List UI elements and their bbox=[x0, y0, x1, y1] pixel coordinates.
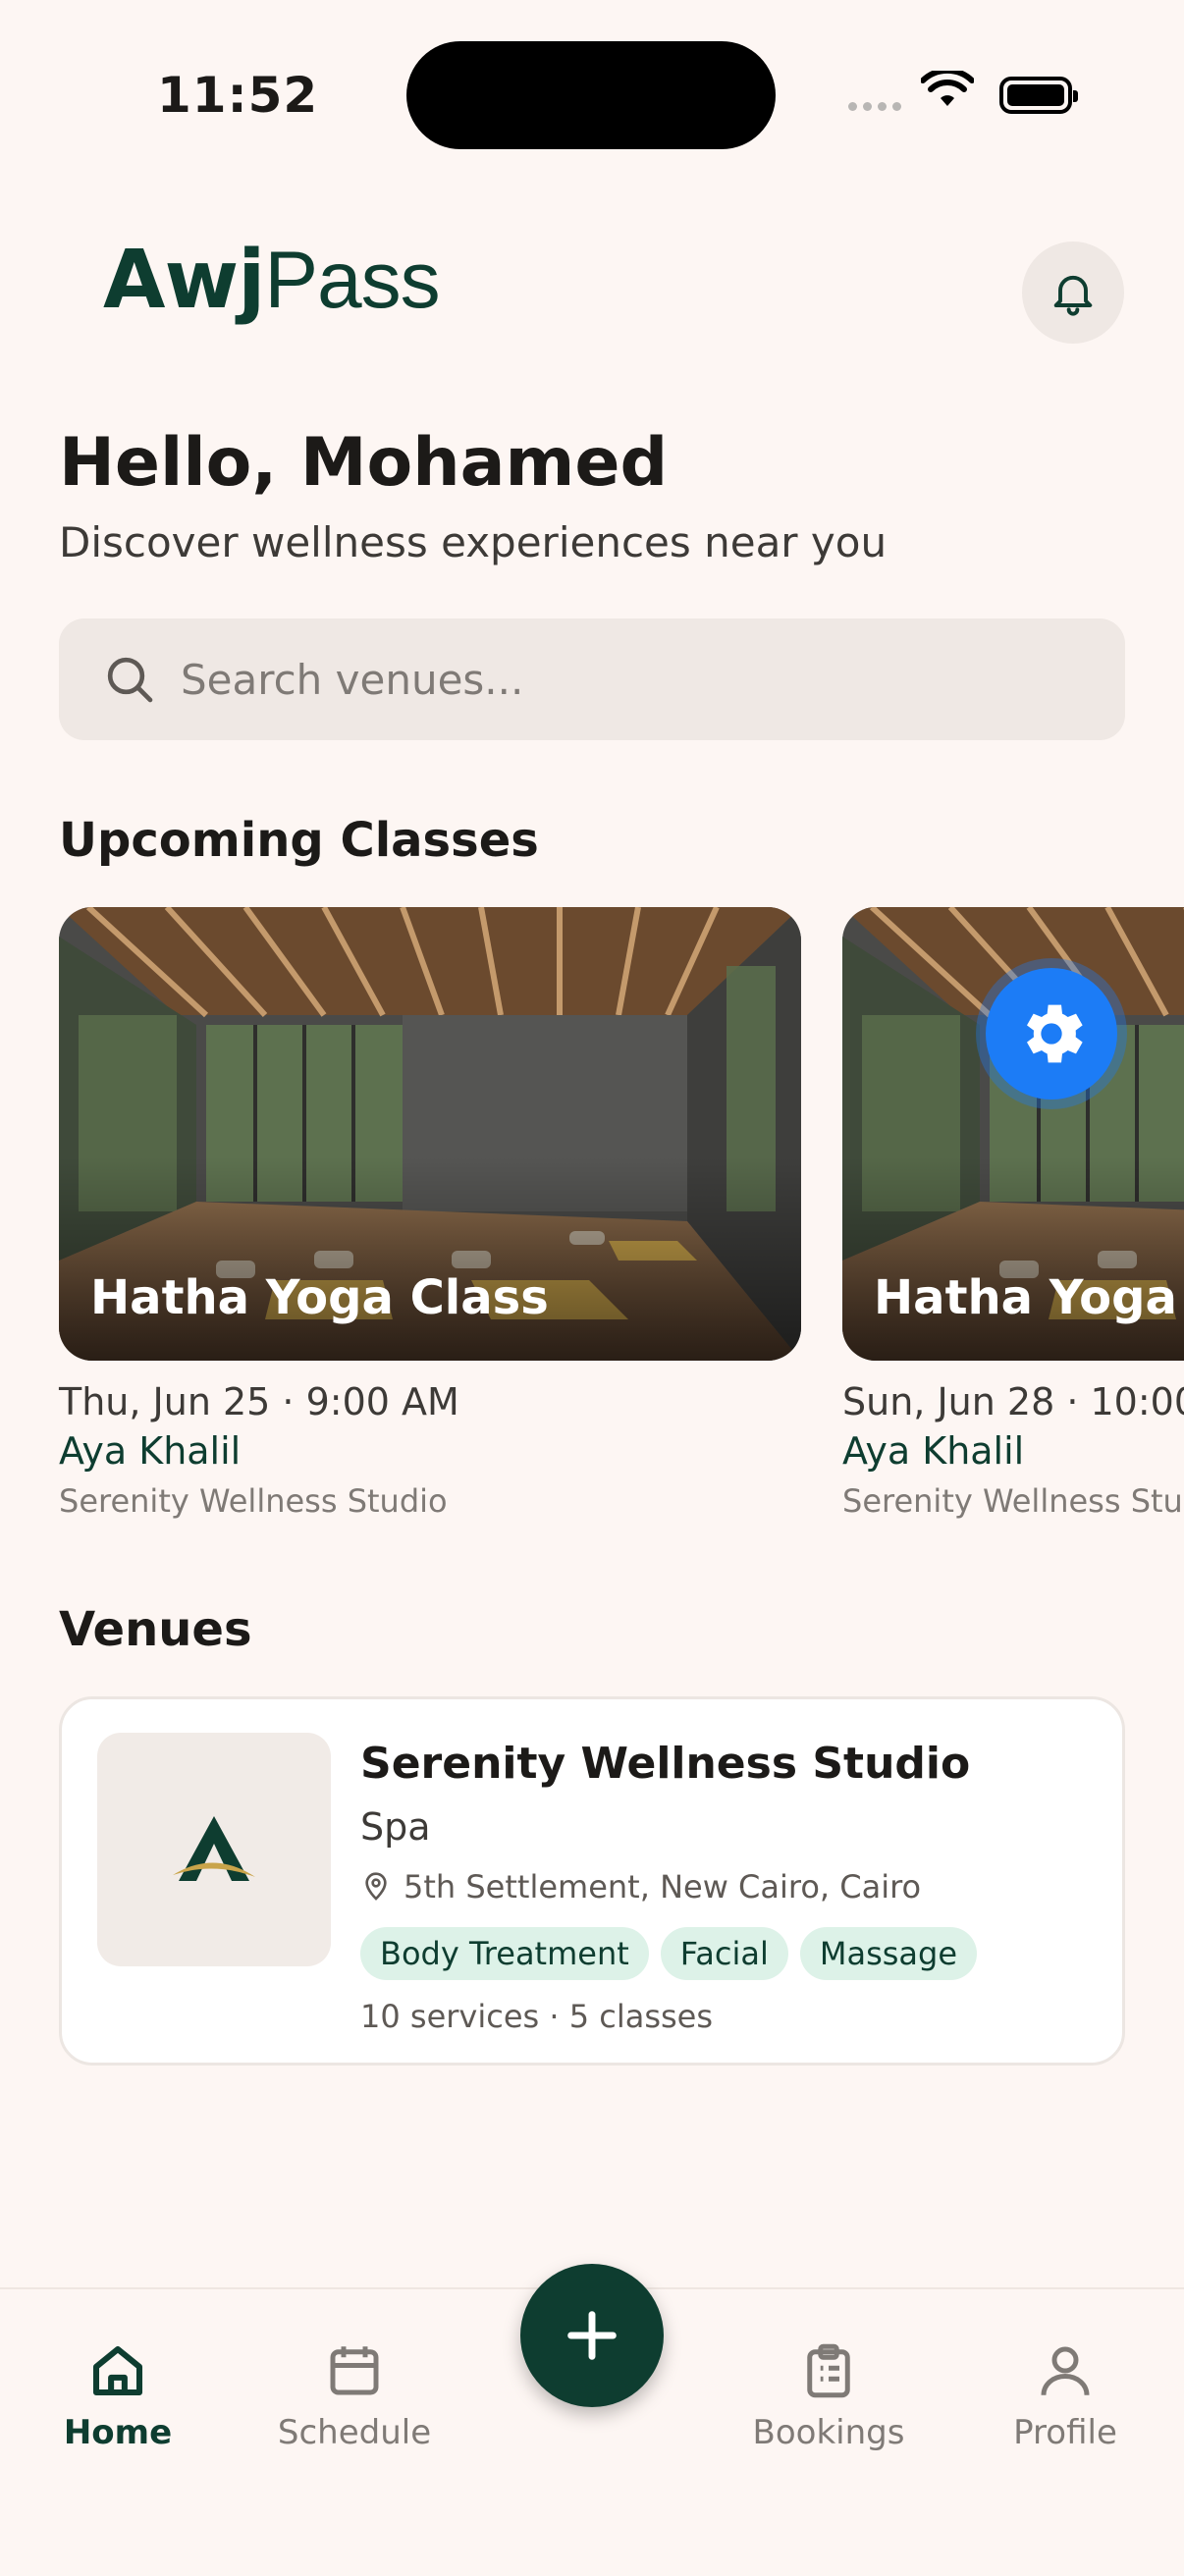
venue-name: Serenity Wellness Studio bbox=[360, 1739, 971, 1789]
nav-label: Profile bbox=[1013, 2413, 1117, 2452]
gear-icon bbox=[1027, 1004, 1083, 1063]
calendar-icon bbox=[330, 2346, 379, 2395]
upcoming-classes-heading: Upcoming Classes bbox=[59, 813, 539, 868]
venues-heading: Venues bbox=[59, 1602, 252, 1657]
class-venue: Serenity Wellness Studio bbox=[842, 1482, 1184, 1520]
class-card[interactable]: Hatha Yoga Class Thu, Jun 25 · 9:00 AM A… bbox=[59, 907, 801, 1520]
venue-tags: Body Treatment Facial Massage bbox=[360, 1927, 978, 1980]
venue-tag: Facial bbox=[660, 1927, 788, 1980]
bell-icon bbox=[1053, 275, 1093, 316]
venue-address-text: 5th Settlement, New Cairo, Cairo bbox=[404, 1868, 922, 1905]
class-instructor: Aya Khalil bbox=[842, 1429, 1025, 1473]
search-input[interactable]: Search venues... bbox=[181, 656, 523, 704]
logo-bold-text: Awj bbox=[103, 234, 265, 327]
clipboard-icon bbox=[807, 2343, 850, 2398]
class-venue: Serenity Wellness Studio bbox=[59, 1482, 448, 1520]
venue-meta: 10 services · 5 classes bbox=[360, 1998, 714, 2035]
search-bar[interactable]: Search venues... bbox=[59, 618, 1125, 740]
battery-icon bbox=[999, 77, 1078, 114]
class-image: Hatha Yoga Class bbox=[842, 907, 1184, 1361]
venue-address: 5th Settlement, New Cairo, Cairo bbox=[360, 1868, 921, 1905]
venue-tag: Massage bbox=[799, 1927, 978, 1980]
nav-label: Bookings bbox=[752, 2413, 905, 2452]
class-title: Hatha Yoga Class bbox=[874, 1270, 1184, 1325]
class-image: Hatha Yoga Class bbox=[59, 907, 801, 1361]
class-title: Hatha Yoga Class bbox=[90, 1270, 549, 1325]
dynamic-island bbox=[406, 41, 776, 149]
nav-item-home[interactable]: Home bbox=[20, 2338, 216, 2452]
add-button[interactable] bbox=[520, 2264, 664, 2407]
class-datetime: Sun, Jun 28 · 10:00 AM bbox=[842, 1380, 1184, 1423]
class-instructor: Aya Khalil bbox=[59, 1429, 242, 1473]
location-pin-icon bbox=[365, 1872, 387, 1901]
nav-item-schedule[interactable]: Schedule bbox=[256, 2338, 453, 2452]
nav-item-bookings[interactable]: Bookings bbox=[730, 2338, 927, 2452]
settings-button[interactable] bbox=[986, 968, 1117, 1100]
cellular-signal-icon bbox=[848, 102, 901, 111]
plus-icon bbox=[567, 2311, 617, 2360]
notifications-button[interactable] bbox=[1022, 242, 1124, 344]
greeting-title: Hello, Mohamed bbox=[59, 424, 669, 502]
wifi-icon bbox=[920, 67, 975, 114]
venue-card[interactable]: Serenity Wellness Studio Spa 5th Settlem… bbox=[59, 1696, 1125, 2066]
home-icon bbox=[92, 2345, 143, 2396]
nav-item-profile[interactable]: Profile bbox=[967, 2338, 1163, 2452]
logo-light-text: Pass bbox=[264, 236, 440, 325]
venue-logo bbox=[97, 1733, 331, 1966]
greeting-subtitle: Discover wellness experiences near you bbox=[59, 518, 888, 566]
class-datetime: Thu, Jun 25 · 9:00 AM bbox=[59, 1380, 459, 1423]
venue-type: Spa bbox=[360, 1805, 431, 1849]
search-icon bbox=[107, 657, 153, 703]
nav-label: Home bbox=[63, 2413, 173, 2452]
app-logo: AwjPass bbox=[103, 234, 441, 327]
user-icon bbox=[1041, 2346, 1090, 2395]
venue-tag: Body Treatment bbox=[360, 1927, 649, 1980]
status-time: 11:52 bbox=[157, 67, 319, 124]
nav-label: Schedule bbox=[277, 2413, 432, 2452]
